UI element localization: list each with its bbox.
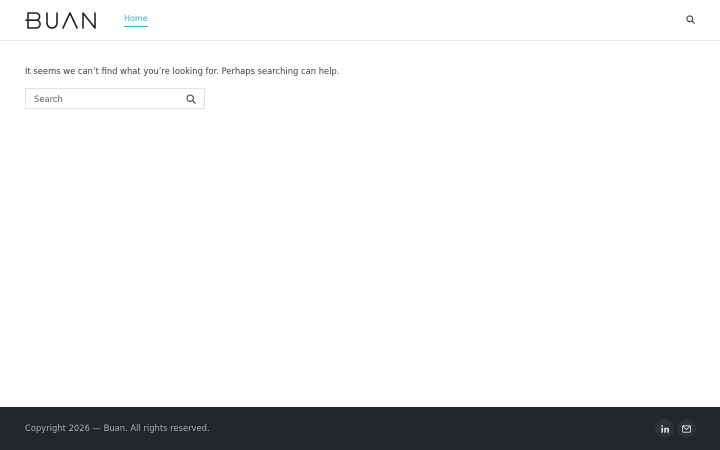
header-search-button[interactable] [684, 13, 697, 26]
email-link[interactable] [677, 419, 696, 438]
search-icon [686, 15, 695, 24]
linkedin-icon [660, 424, 669, 433]
email-icon [682, 424, 691, 433]
linkedin-link[interactable] [655, 419, 674, 438]
site-footer: Copyright 2026 — Buan. All rights reserv… [0, 407, 720, 450]
search-submit-button[interactable] [185, 93, 197, 105]
not-found-message: It seems we can’t find what you’re looki… [25, 66, 340, 76]
search-input[interactable] [26, 89, 176, 108]
copyright-text: Copyright 2026 — Buan. All rights reserv… [25, 423, 210, 433]
site-header: BUAN Home [0, 0, 720, 41]
site-logo[interactable]: BUAN [25, 11, 101, 29]
buan-logo-icon [25, 12, 96, 29]
search-form [25, 88, 205, 109]
search-icon [186, 94, 196, 104]
nav-item-home[interactable]: Home [124, 14, 148, 27]
